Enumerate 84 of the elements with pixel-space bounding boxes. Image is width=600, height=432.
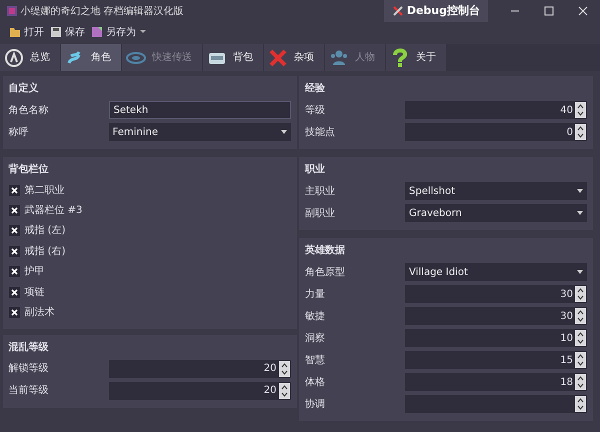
debug-console-button[interactable]: Debug控制台 — [384, 0, 488, 22]
checkbox-label: 戒指 (左) — [24, 224, 66, 238]
field-label: 主职业 — [305, 184, 336, 198]
checkbox-label: 护甲 — [24, 264, 44, 280]
tab[interactable]: 杂项 — [264, 44, 325, 71]
number-field[interactable]: 30 — [405, 307, 587, 325]
maximize-icon — [544, 6, 554, 16]
window-title: 小缇娜的奇幻之地 存档编辑器汉化版 — [20, 4, 184, 18]
dropdown[interactable]: Feminine — [108, 123, 290, 141]
spin-buttons[interactable] — [278, 360, 290, 377]
spin-buttons[interactable] — [575, 102, 586, 118]
text-field[interactable]: Setekh — [108, 101, 290, 119]
checkbox-label: 武器栏位 #3 — [24, 204, 82, 218]
section-title: 自定义 — [8, 81, 40, 96]
spin-buttons[interactable] — [575, 124, 586, 140]
field-label: 技能点 — [305, 126, 336, 140]
section-title: 背包栏位 — [8, 162, 50, 177]
checkbox[interactable] — [8, 246, 20, 257]
spin-buttons[interactable] — [575, 352, 586, 368]
field-label: 协调 — [305, 398, 326, 412]
number-field[interactable]: 20 — [108, 382, 290, 400]
checkbox-label: 戒指 (右) — [24, 244, 66, 259]
number-field[interactable]: 10 — [405, 329, 587, 347]
checkbox-label: 副法术 — [24, 306, 54, 320]
section-title: 英雄数据 — [305, 244, 346, 258]
field-label: 等级 — [305, 104, 326, 118]
number-field[interactable] — [405, 395, 587, 413]
checkbox[interactable] — [8, 184, 20, 196]
checkbox[interactable] — [8, 266, 20, 278]
field-label: 洞察 — [305, 332, 326, 346]
field-label: 副职业 — [305, 206, 336, 220]
caret-icon — [577, 189, 583, 193]
caret-icon — [577, 211, 583, 215]
checkbox[interactable] — [8, 307, 20, 318]
question-mark-icon — [390, 48, 410, 68]
section-title: 职业 — [305, 162, 326, 177]
tab[interactable]: 角色 — [61, 44, 122, 71]
dropdown[interactable]: Spellshot — [405, 182, 587, 200]
dropdown[interactable]: Graveborn — [405, 204, 587, 222]
field-label: 解锁等级 — [8, 362, 50, 376]
number-field[interactable]: 30 — [405, 285, 587, 303]
folder-icon — [9, 26, 21, 38]
section-title: 经验 — [305, 82, 326, 96]
circle-logo-icon — [4, 48, 24, 68]
toolbar-button[interactable]: 打开 — [6, 24, 47, 40]
field-label: 当前等级 — [8, 384, 50, 398]
spin-buttons[interactable] — [575, 396, 586, 412]
field-label: 称呼 — [8, 126, 30, 140]
field-label: 角色名称 — [8, 104, 50, 118]
checkbox[interactable] — [8, 225, 20, 236]
spin-buttons[interactable] — [575, 330, 586, 346]
cross-icon — [268, 48, 288, 68]
app-icon — [6, 5, 18, 17]
checkbox[interactable] — [8, 205, 20, 216]
toolbar-button[interactable]: 保存 — [47, 24, 88, 40]
spin-buttons[interactable] — [575, 374, 586, 390]
caret-icon — [280, 130, 286, 134]
field-label: 角色原型 — [305, 266, 346, 280]
field-label: 力量 — [305, 288, 326, 302]
people-icon — [329, 48, 349, 68]
save-as-icon — [91, 26, 103, 38]
field-label: 智慧 — [305, 354, 326, 368]
tab[interactable]: 总览 — [0, 44, 61, 71]
tab[interactable]: 关于 — [386, 44, 447, 71]
checkbox-label: 项链 — [24, 286, 44, 300]
field-label: 体格 — [305, 376, 326, 390]
toolbar-button[interactable]: 另存为 — [88, 24, 139, 40]
number-field[interactable]: 0 — [405, 123, 587, 141]
number-field[interactable]: 20 — [108, 360, 290, 378]
tools-icon — [392, 5, 404, 17]
section-title: 混乱等级 — [8, 340, 50, 355]
spin-buttons[interactable] — [278, 382, 290, 399]
spin-buttons[interactable] — [575, 286, 586, 302]
field-label: 敏捷 — [305, 310, 326, 324]
checkbox[interactable] — [8, 286, 20, 298]
dropdown[interactable]: Village Idiot — [405, 263, 587, 281]
caret-icon — [577, 270, 583, 274]
number-field[interactable]: 18 — [405, 373, 587, 391]
number-field[interactable]: 15 — [405, 351, 587, 369]
close-icon — [578, 6, 588, 16]
number-field[interactable]: 40 — [405, 101, 587, 119]
checkbox-label: 第二职业 — [24, 184, 64, 198]
tab[interactable]: 背包 — [203, 44, 264, 71]
spin-buttons[interactable] — [575, 308, 586, 324]
